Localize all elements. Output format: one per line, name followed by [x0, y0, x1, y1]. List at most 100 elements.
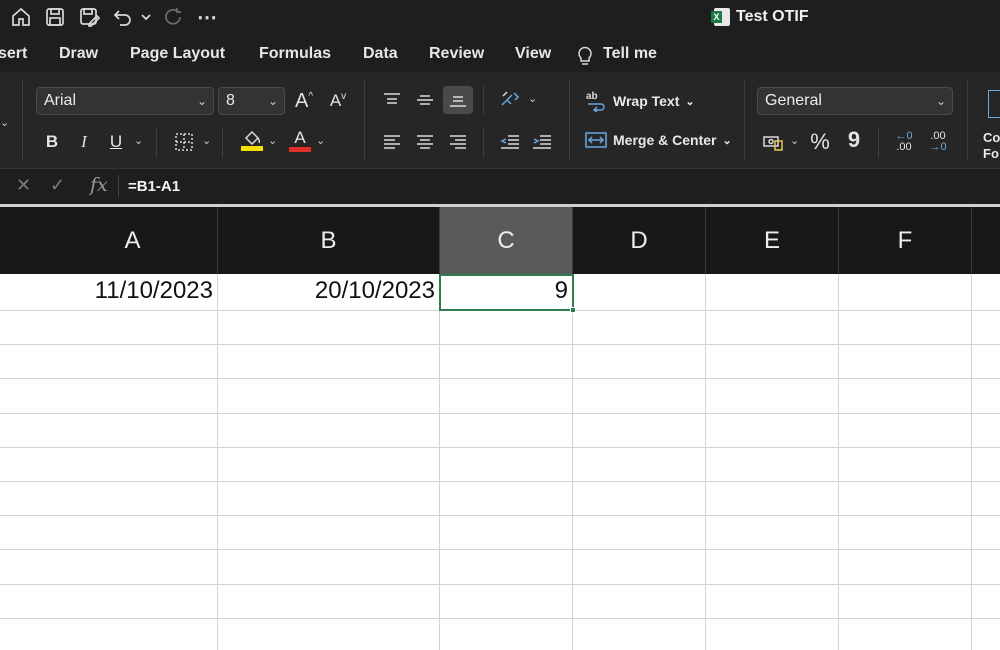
decrease-decimal-button[interactable]: .00 →0: [924, 128, 952, 156]
more-icon[interactable]: ⋯: [194, 4, 220, 30]
spreadsheet-grid[interactable]: A B C D E F 11/10/2023 20/10/2023 9: [0, 204, 1000, 650]
orientation-dropdown-icon[interactable]: ⌄: [528, 92, 537, 105]
font-size-value: 8: [226, 92, 235, 109]
decrease-font-icon: A: [329, 91, 342, 110]
tab-page-layout[interactable]: Page Layout: [130, 45, 225, 63]
increase-decimal-label: .00: [896, 141, 912, 153]
accounting-dropdown-icon[interactable]: ⌄: [790, 134, 799, 147]
column-header-a[interactable]: A: [0, 207, 218, 274]
fill-color-button[interactable]: [238, 126, 266, 154]
conditional-formatting-icon[interactable]: [988, 90, 1000, 118]
tell-me-search[interactable]: Tell me: [603, 45, 657, 63]
tab-insert[interactable]: sert: [0, 45, 27, 63]
decrease-font-size-button[interactable]: Av: [324, 87, 352, 115]
borders-button[interactable]: [170, 128, 198, 156]
save-icon[interactable]: [42, 4, 68, 30]
column-header-c-label: C: [497, 226, 515, 254]
comma-style-button[interactable]: 9: [840, 126, 868, 154]
wrap-text-icon: ab: [586, 91, 605, 112]
enter-icon[interactable]: ✓: [50, 175, 65, 196]
lightbulb-icon[interactable]: [576, 44, 594, 71]
align-right-button[interactable]: [444, 128, 472, 156]
wrap-text-button[interactable]: ab Wrap Text ⌄: [585, 90, 695, 112]
align-center-button[interactable]: [411, 128, 439, 156]
undo-dropdown-icon[interactable]: [136, 4, 156, 30]
fill-handle[interactable]: [570, 307, 576, 313]
align-left-button[interactable]: [378, 128, 406, 156]
font-color-button[interactable]: A: [286, 126, 314, 154]
column-header-row: A B C D E F: [0, 207, 1000, 274]
column-header-f[interactable]: F: [839, 207, 972, 274]
chevron-down-icon: ⌄: [267, 94, 278, 108]
arrow-right-icon: →0: [929, 141, 947, 153]
merge-center-button[interactable]: Merge & Center ⌄: [585, 131, 732, 149]
underline-dropdown-icon[interactable]: ⌄: [134, 134, 143, 147]
redo-icon[interactable]: [160, 4, 186, 30]
chevron-down-icon[interactable]: ⌄: [0, 116, 9, 129]
percent-style-button[interactable]: %: [806, 128, 834, 156]
formula-input[interactable]: =B1-A1: [128, 178, 180, 195]
tab-formulas[interactable]: Formulas: [259, 45, 331, 63]
underline-button[interactable]: U: [102, 128, 130, 156]
decrease-indent-button[interactable]: [496, 128, 524, 156]
formula-bar: ✕ ✓ fx =B1-A1: [0, 168, 1000, 204]
undo-icon[interactable]: [110, 4, 136, 30]
column-header-d[interactable]: D: [573, 207, 706, 274]
ribbon-separator: [878, 128, 879, 158]
accounting-format-button[interactable]: [759, 128, 787, 156]
merge-center-label: Merge & Center: [613, 132, 717, 148]
caret-up-icon: ^: [308, 90, 314, 102]
font-size-select[interactable]: 8 ⌄: [218, 87, 285, 115]
increase-decimal-button[interactable]: ←0 .00: [890, 128, 918, 156]
column-header-c[interactable]: C: [440, 207, 573, 274]
tab-view[interactable]: View: [515, 45, 551, 63]
ribbon-tabs: sert Draw Page Layout Formulas Data Revi…: [0, 38, 1000, 72]
align-middle-button[interactable]: [411, 86, 439, 114]
bold-button[interactable]: B: [38, 128, 66, 156]
number-format-select[interactable]: General ⌄: [757, 87, 953, 115]
fill-color-dropdown-icon[interactable]: ⌄: [268, 134, 277, 147]
gridline: [0, 515, 1000, 516]
conditional-formatting-label-2: Fo: [983, 146, 999, 161]
conditional-formatting-label-1: Co: [983, 130, 1000, 145]
font-name-select[interactable]: Arial ⌄: [36, 87, 214, 115]
insert-function-button[interactable]: fx: [90, 174, 108, 196]
font-color-dropdown-icon[interactable]: ⌄: [316, 134, 325, 147]
ribbon-separator: [156, 128, 157, 158]
increase-indent-button[interactable]: [528, 128, 556, 156]
increase-font-icon: A: [294, 89, 309, 112]
font-name-value: Arial: [44, 92, 77, 109]
gridline: [0, 378, 1000, 379]
document-title-text: Test OTIF: [736, 8, 809, 25]
fill-color-swatch: [241, 145, 263, 151]
ribbon-separator: [967, 80, 968, 160]
align-bottom-button[interactable]: [443, 86, 473, 114]
italic-button[interactable]: I: [70, 128, 98, 156]
home-icon[interactable]: [8, 4, 34, 30]
column-header-b[interactable]: B: [218, 207, 440, 274]
orientation-button[interactable]: [496, 86, 524, 114]
column-header-d-label: D: [630, 226, 648, 254]
cancel-icon[interactable]: ✕: [16, 175, 31, 196]
column-header-e[interactable]: E: [706, 207, 839, 274]
cell-a1[interactable]: 11/10/2023: [0, 274, 217, 309]
gridline: [0, 413, 1000, 414]
cell-b1[interactable]: 20/10/2023: [218, 274, 439, 309]
align-top-button[interactable]: [378, 86, 406, 114]
increase-font-size-button[interactable]: A ^: [290, 87, 318, 115]
gridline: [439, 274, 440, 650]
formula-divider: [118, 175, 119, 197]
tab-draw[interactable]: Draw: [59, 45, 98, 63]
merge-center-icon: [585, 132, 607, 148]
chevron-down-icon: ⌄: [685, 95, 695, 108]
gridline: [0, 344, 1000, 345]
tab-data[interactable]: Data: [363, 45, 398, 63]
tab-review[interactable]: Review: [429, 45, 484, 63]
gridline: [572, 274, 573, 650]
column-header-g[interactable]: [972, 207, 1000, 274]
ribbon-separator: [744, 80, 745, 160]
column-header-b-label: B: [320, 226, 337, 254]
borders-dropdown-icon[interactable]: ⌄: [202, 134, 211, 147]
ribbon-separator: [22, 80, 23, 160]
save-as-icon[interactable]: [76, 4, 102, 30]
